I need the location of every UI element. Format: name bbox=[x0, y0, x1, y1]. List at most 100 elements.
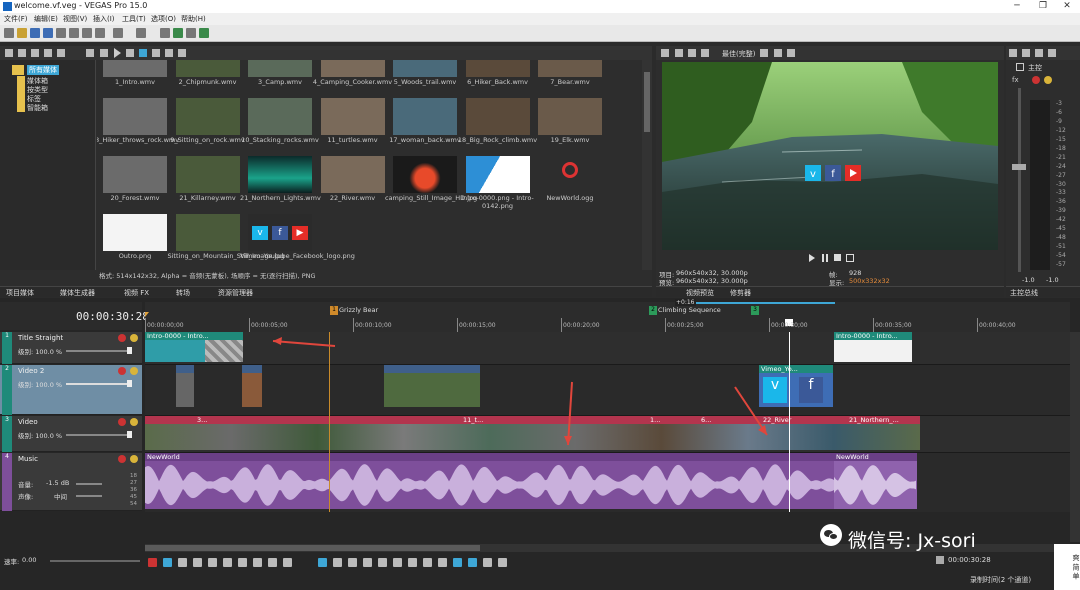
master-fader-handle[interactable] bbox=[1012, 164, 1026, 170]
settings-icon[interactable] bbox=[1009, 49, 1017, 57]
media-thumbnail[interactable] bbox=[103, 156, 167, 193]
get-media-icon[interactable] bbox=[31, 49, 39, 57]
capture-icon[interactable] bbox=[18, 49, 26, 57]
media-thumbnail[interactable] bbox=[175, 98, 240, 135]
tab-video-preview[interactable]: 视频预览 bbox=[686, 288, 714, 298]
mute-icon[interactable] bbox=[118, 455, 126, 463]
cut-icon[interactable] bbox=[82, 28, 92, 38]
copy-icon[interactable] bbox=[95, 28, 105, 38]
media-thumbnail[interactable] bbox=[538, 60, 602, 77]
split-screen-icon[interactable] bbox=[688, 49, 696, 57]
marker-2[interactable]: 2 bbox=[649, 306, 657, 315]
ignore-grouping-icon[interactable] bbox=[498, 558, 507, 567]
properties-icon[interactable] bbox=[57, 49, 65, 57]
paint-icon[interactable] bbox=[160, 28, 170, 38]
marker-3[interactable]: 3 bbox=[751, 306, 759, 315]
stop-icon[interactable] bbox=[126, 49, 134, 57]
menu-tools[interactable]: 工具(T) bbox=[122, 14, 146, 24]
import-icon[interactable] bbox=[5, 49, 13, 57]
dropdown-icon[interactable] bbox=[701, 49, 709, 57]
media-thumbnail[interactable] bbox=[538, 156, 602, 193]
overlays-icon[interactable] bbox=[760, 49, 768, 57]
track-name[interactable]: Title Straight bbox=[18, 334, 63, 342]
tree-item-all-media[interactable]: 所有媒体 bbox=[27, 65, 59, 75]
lock-icon[interactable] bbox=[199, 28, 209, 38]
volume-slider[interactable] bbox=[76, 483, 102, 485]
solo-icon[interactable] bbox=[130, 455, 138, 463]
mute-icon[interactable] bbox=[118, 418, 126, 426]
channels-icon[interactable] bbox=[1022, 49, 1030, 57]
timeline-vscroll[interactable] bbox=[1070, 332, 1080, 542]
solo-icon[interactable] bbox=[1032, 76, 1040, 84]
meter-icon[interactable] bbox=[1048, 49, 1056, 57]
preview-stop-icon[interactable] bbox=[834, 254, 841, 261]
level-slider[interactable] bbox=[66, 383, 130, 385]
tab-trimmer[interactable]: 修剪器 bbox=[730, 288, 751, 298]
rate-slider[interactable] bbox=[50, 560, 140, 562]
normal-edit-icon[interactable] bbox=[318, 558, 327, 567]
media-thumbnail[interactable] bbox=[320, 98, 385, 135]
marker-1[interactable]: 1 bbox=[330, 306, 338, 315]
fx-icon[interactable] bbox=[86, 49, 94, 57]
preview-play-icon[interactable] bbox=[809, 254, 815, 262]
redo-icon[interactable] bbox=[136, 28, 146, 38]
media-thumbnail[interactable] bbox=[320, 156, 385, 193]
media-thumbnail[interactable] bbox=[175, 60, 240, 77]
preview-quality[interactable]: 最佳(完整) bbox=[722, 49, 755, 59]
remove-icon[interactable] bbox=[44, 49, 52, 57]
mute-icon[interactable] bbox=[118, 367, 126, 375]
tab-transitions[interactable]: 转场 bbox=[176, 288, 190, 298]
menu-edit[interactable]: 编辑(E) bbox=[34, 14, 58, 24]
media-thumbnail[interactable] bbox=[465, 60, 530, 77]
thumb-size-icon[interactable] bbox=[165, 49, 173, 57]
open-icon[interactable] bbox=[17, 28, 27, 38]
tab-project-media[interactable]: 项目媒体 bbox=[6, 288, 34, 298]
menu-insert[interactable]: 插入(I) bbox=[93, 14, 115, 24]
new-icon[interactable] bbox=[4, 28, 14, 38]
loop-icon[interactable] bbox=[163, 558, 172, 567]
media-thumbnail[interactable] bbox=[248, 60, 312, 77]
media-thumbnail[interactable] bbox=[103, 98, 167, 135]
stop-icon[interactable] bbox=[223, 558, 232, 567]
media-thumbnail[interactable] bbox=[248, 98, 312, 135]
selection-edit-icon[interactable] bbox=[348, 558, 357, 567]
preview-pause-icon[interactable] bbox=[822, 254, 828, 262]
level-slider[interactable] bbox=[66, 350, 130, 352]
media-thumbnail[interactable] bbox=[175, 214, 240, 251]
timecode-display[interactable]: 00:00:30:28 bbox=[76, 310, 149, 323]
delete-icon[interactable] bbox=[408, 558, 417, 567]
track-name[interactable]: Music bbox=[18, 455, 38, 463]
mute-icon[interactable] bbox=[1035, 49, 1043, 57]
loop-region[interactable] bbox=[675, 302, 835, 304]
ripple-icon[interactable] bbox=[186, 28, 196, 38]
play-icon[interactable] bbox=[114, 48, 121, 58]
media-scrollbar[interactable] bbox=[642, 60, 652, 270]
region-icon[interactable] bbox=[438, 558, 447, 567]
track-header-title[interactable]: 1 Title Straight 级别: 100.0 % bbox=[0, 332, 142, 364]
level-slider-handle[interactable] bbox=[127, 347, 132, 354]
snap-icon[interactable] bbox=[173, 28, 183, 38]
save-as-icon[interactable] bbox=[43, 28, 53, 38]
undo-icon[interactable] bbox=[113, 28, 123, 38]
close-icon[interactable]: ✕ bbox=[1054, 0, 1080, 13]
tab-video-fx[interactable]: 视频 FX bbox=[124, 288, 149, 298]
envelope-edit-icon[interactable] bbox=[333, 558, 342, 567]
next-frame-icon[interactable] bbox=[253, 558, 262, 567]
tab-master-bus[interactable]: 主控总线 bbox=[1010, 288, 1038, 298]
save-icon[interactable] bbox=[30, 28, 40, 38]
level-slider[interactable] bbox=[66, 434, 130, 436]
lock-envelopes-icon[interactable] bbox=[483, 558, 492, 567]
media-thumbnail[interactable] bbox=[320, 60, 385, 77]
zoom-edit-icon[interactable] bbox=[363, 558, 372, 567]
play-icon[interactable] bbox=[193, 558, 202, 567]
tab-media-generators[interactable]: 媒体生成器 bbox=[60, 288, 95, 298]
timeline-ruler[interactable]: 1 Grizzly Bear 2 Climbing Sequence 3 +0:… bbox=[145, 299, 1070, 332]
auto-ripple-icon[interactable] bbox=[468, 558, 477, 567]
media-thumbnail[interactable] bbox=[175, 156, 240, 193]
track-header-video[interactable]: 3 Video 级别: 100.0 % bbox=[0, 416, 142, 452]
track-header-music[interactable]: 4 Music 音量: -1.5 dB 声像: 中间 18 27 36 45 54 bbox=[0, 453, 142, 511]
menu-view[interactable]: 视图(V) bbox=[63, 14, 87, 24]
media-thumbnail[interactable] bbox=[393, 60, 457, 77]
solo-icon[interactable] bbox=[130, 334, 138, 342]
tree-item-smart-bins[interactable]: 智能箱 bbox=[27, 103, 48, 113]
